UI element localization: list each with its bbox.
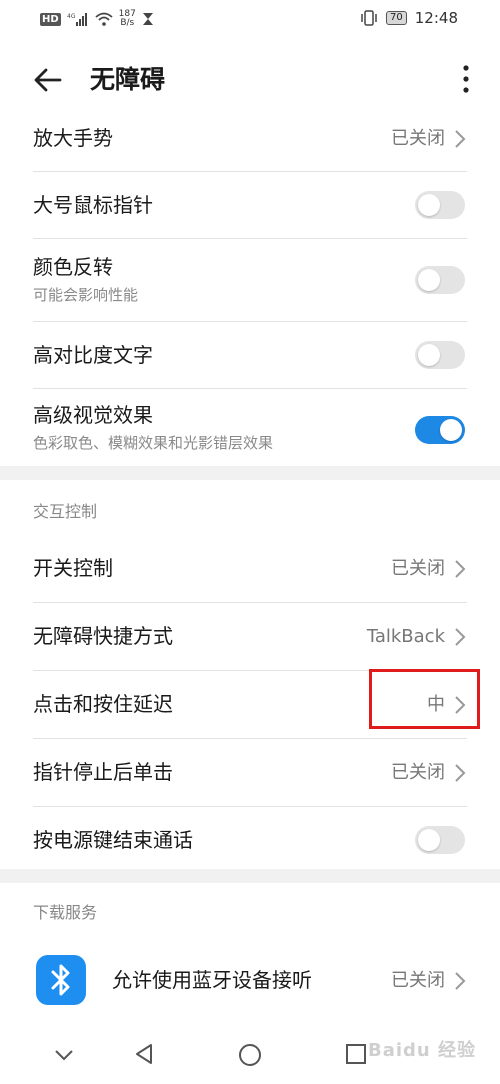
nav-home-icon[interactable]: [237, 1042, 263, 1068]
advanced-visual-toggle[interactable]: [415, 416, 465, 444]
large-pointer-toggle[interactable]: [415, 191, 465, 219]
row-value: TalkBack: [366, 626, 445, 647]
row-value: 已关闭: [391, 128, 445, 149]
page-title: 无障碍: [90, 65, 166, 94]
row-title: 大号鼠标指针: [33, 193, 153, 217]
row-power-button-ends-call[interactable]: 按电源键结束通话: [33, 807, 467, 874]
row-color-inversion[interactable]: 颜色反转 可能会影响性能: [33, 239, 467, 322]
net-speed-unit: B/s: [120, 18, 135, 28]
chevron-right-icon: [455, 130, 466, 148]
row-large-pointer[interactable]: 大号鼠标指针: [33, 172, 467, 239]
section-divider: [0, 869, 500, 883]
screen: HD 4G 187 B/s 70 12:48 无障碍 放大手势 已关闭 大号鼠标…: [0, 0, 500, 1084]
row-title: 颜色反转: [33, 255, 113, 279]
section-divider: [0, 466, 500, 480]
svg-text:4G: 4G: [67, 13, 76, 20]
watermark-logo: Baidu 经验: [367, 1040, 476, 1061]
clock: 12:48: [414, 9, 458, 27]
row-title: 点击和按住延迟: [33, 692, 173, 716]
back-arrow-icon[interactable]: [30, 62, 66, 98]
status-right: 70 12:48: [360, 9, 458, 27]
row-switch-control[interactable]: 开关控制 已关闭: [33, 535, 467, 603]
row-accessibility-shortcut[interactable]: 无障碍快捷方式 TalkBack: [33, 603, 467, 671]
status-left: HD 4G 187 B/s: [40, 10, 154, 28]
nav-collapse-icon[interactable]: [52, 1042, 76, 1066]
bluetooth-icon: [36, 955, 86, 1005]
row-subtitle: 可能会影响性能: [33, 286, 139, 304]
wifi-icon: [95, 12, 113, 26]
row-value: 已关闭: [391, 970, 445, 991]
row-high-contrast-text[interactable]: 高对比度文字: [33, 322, 467, 389]
row-title: 放大手势: [33, 126, 113, 150]
chevron-right-icon: [455, 628, 466, 646]
download-list: 允许使用蓝牙设备接听 已关闭: [0, 940, 500, 1022]
vibrate-icon: [361, 10, 377, 26]
hd-badge: HD: [40, 12, 61, 26]
nav-back-icon[interactable]: [132, 1042, 156, 1066]
row-title: 开关控制: [33, 556, 113, 580]
row-value: 已关闭: [391, 558, 445, 579]
row-bluetooth-answer[interactable]: 允许使用蓝牙设备接听 已关闭: [36, 940, 467, 1022]
nav-recents-icon[interactable]: [344, 1042, 368, 1066]
row-title: 无障碍快捷方式: [33, 624, 173, 648]
row-advanced-visual-effects[interactable]: 高级视觉效果 色彩取色、模糊效果和光影错层效果: [33, 389, 467, 471]
power-ends-call-toggle[interactable]: [415, 826, 465, 854]
row-value: 已关闭: [391, 762, 445, 783]
hourglass-icon: [142, 13, 153, 25]
row-title: 指针停止后单击: [33, 760, 173, 784]
status-bar: HD 4G 187 B/s 70 12:48: [0, 0, 500, 40]
vision-settings-list: 放大手势 已关闭 大号鼠标指针 颜色反转 可能会影响性能 高对比度文字 高级视觉…: [0, 105, 500, 471]
row-click-after-pointer-stops[interactable]: 指针停止后单击 已关闭: [33, 739, 467, 807]
chevron-right-icon: [455, 764, 466, 782]
app-header: 无障碍: [0, 48, 500, 112]
chevron-right-icon: [455, 972, 466, 990]
color-inversion-toggle[interactable]: [415, 266, 465, 294]
row-title: 按电源键结束通话: [33, 828, 193, 852]
chevron-right-icon: [455, 560, 466, 578]
signal-icon: 4G: [67, 13, 87, 26]
high-contrast-toggle[interactable]: [415, 341, 465, 369]
row-magnification-gesture[interactable]: 放大手势 已关闭: [33, 105, 467, 172]
battery-indicator: 70: [386, 11, 407, 25]
section-header-download: 下载服务: [33, 903, 98, 922]
annotation-highlight-box: [369, 669, 480, 729]
row-title: 允许使用蓝牙设备接听: [112, 968, 312, 992]
row-subtitle: 色彩取色、模糊效果和光影错层效果: [33, 434, 274, 452]
net-speed: 187 B/s: [119, 10, 136, 28]
row-title: 高对比度文字: [33, 343, 153, 367]
row-title: 高级视觉效果: [33, 403, 153, 427]
section-header-interaction: 交互控制: [33, 502, 98, 521]
more-options-icon[interactable]: [458, 62, 474, 98]
